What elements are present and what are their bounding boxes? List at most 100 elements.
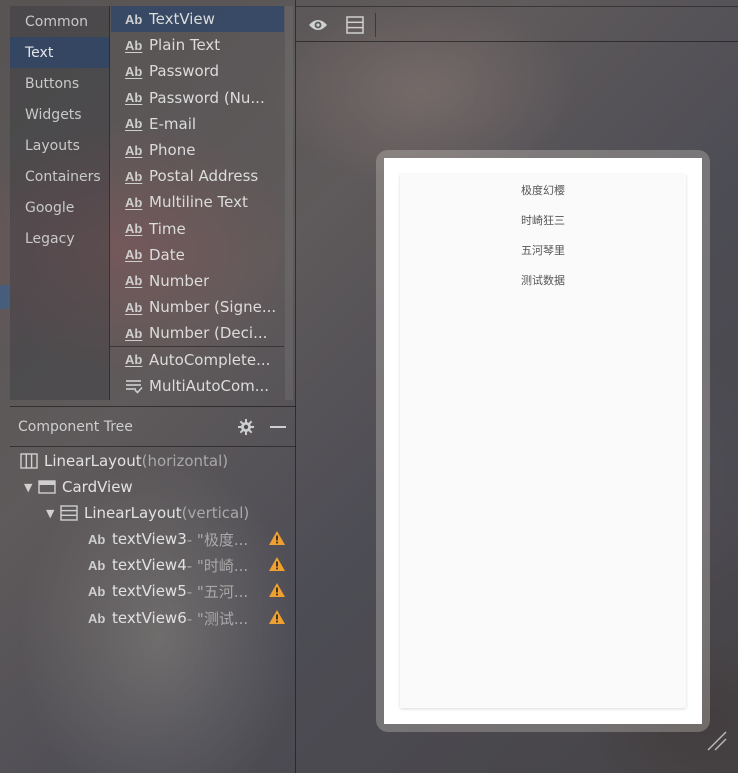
edit-text-icon: Ab	[125, 90, 143, 106]
widget-number[interactable]: Ab Number	[111, 268, 284, 294]
widget-postal-address[interactable]: Ab Postal Address	[111, 163, 284, 189]
tree-node-linearlayout-horizontal[interactable]: LinearLayout (horizontal)	[20, 449, 228, 473]
widget-label: Multiline Text	[149, 193, 248, 212]
tree-node-detail: - "五河...	[186, 582, 249, 601]
widget-label: TextView	[149, 10, 215, 29]
component-tree-header: Component Tree	[10, 407, 296, 447]
cardview-icon	[38, 479, 56, 495]
category-containers[interactable]: Containers	[10, 161, 109, 192]
preview-textview5[interactable]: 五河琴里	[400, 242, 686, 258]
edit-text-icon: Ab	[125, 273, 143, 289]
edit-text-icon: Ab	[125, 142, 143, 158]
widget-label: Time	[149, 219, 186, 238]
widget-password-numeric[interactable]: Ab Password (Nu...	[111, 85, 284, 111]
edit-text-icon: Ab	[125, 325, 143, 341]
widget-number-signed[interactable]: Ab Number (Signe...	[111, 294, 284, 320]
widget-label: E-mail	[149, 114, 197, 133]
edit-text-icon: Ab	[125, 63, 143, 79]
tree-node-detail: (vertical)	[181, 504, 250, 522]
toolbar-separator	[375, 13, 376, 37]
category-google[interactable]: Google	[10, 192, 109, 223]
textview-icon: Ab	[88, 531, 106, 547]
tree-node-linearlayout-vertical[interactable]: ▼ LinearLayout (vertical)	[46, 501, 249, 525]
widget-phone[interactable]: Ab Phone	[111, 137, 284, 163]
tree-node-textview6[interactable]: Ab textView6 - "测试...	[88, 606, 288, 630]
expand-triangle-icon[interactable]: ▼	[24, 481, 38, 494]
widget-time[interactable]: Ab Time	[111, 216, 284, 242]
widget-label: Date	[149, 245, 185, 264]
edit-text-icon: Ab	[125, 221, 143, 237]
preview-textview6[interactable]: 测试数据	[400, 272, 686, 288]
category-text[interactable]: Text	[10, 37, 109, 68]
widget-multiline-text[interactable]: Ab Multiline Text	[111, 189, 284, 215]
tree-node-detail: - "时崎...	[186, 556, 249, 575]
palette-scrollbar[interactable]	[285, 6, 293, 400]
expand-triangle-icon[interactable]: ▼	[46, 507, 60, 520]
category-buttons[interactable]: Buttons	[10, 68, 109, 99]
tree-node-textview5[interactable]: Ab textView5 - "五河...	[88, 579, 288, 603]
card-view-preview[interactable]: 极度幻樱 时崎狂三 五河琴里 测试数据	[400, 174, 686, 708]
tree-node-detail: - "测试...	[186, 609, 249, 628]
edit-text-icon: Ab	[125, 194, 143, 210]
category-widgets[interactable]: Widgets	[10, 99, 109, 130]
tree-node-detail: - "极度...	[186, 530, 249, 549]
tree-node-name: textView3	[112, 530, 187, 548]
component-tree-title: Component Tree	[18, 418, 133, 435]
textview-icon: Ab	[88, 557, 106, 573]
widget-email[interactable]: Ab E-mail	[111, 111, 284, 137]
edit-text-icon: Ab	[125, 37, 143, 53]
warning-icon[interactable]	[268, 582, 286, 602]
blueprint-layout-icon[interactable]	[346, 16, 364, 38]
widget-label: Number	[149, 271, 210, 290]
design-toolbar	[296, 6, 738, 42]
widget-label: AutoComplete...	[149, 350, 271, 369]
tree-node-name: textView5	[112, 582, 187, 600]
edit-text-icon: Ab	[125, 299, 143, 315]
palette-widget-list: Ab TextView Ab Plain Text Ab Password Ab…	[111, 6, 284, 400]
widget-number-decimal[interactable]: Ab Number (Deci...	[111, 320, 284, 346]
tree-node-textview3[interactable]: Ab textView3 - "极度...	[88, 527, 288, 551]
widget-label: Password (Nu...	[149, 88, 265, 107]
tree-node-name: LinearLayout	[84, 504, 182, 522]
widget-label: Number (Signe...	[149, 298, 277, 317]
textview-icon: Ab	[88, 610, 106, 626]
tree-node-textview4[interactable]: Ab textView4 - "时崎...	[88, 553, 288, 577]
resize-handle-icon[interactable]	[706, 730, 728, 756]
edit-text-icon: Ab	[125, 168, 143, 184]
widget-label: Phone	[149, 141, 196, 160]
collapse-icon[interactable]	[270, 426, 286, 428]
tree-node-name: CardView	[62, 478, 133, 496]
widget-label: Plain Text	[149, 36, 221, 55]
autocomplete-icon: Ab	[125, 352, 143, 368]
palette-panel: Common Text Buttons Widgets Layouts Cont…	[0, 0, 296, 404]
text-widget-icon: Ab	[125, 11, 143, 27]
tree-node-cardview[interactable]: ▼ CardView	[24, 475, 133, 499]
preview-textview4[interactable]: 时崎狂三	[400, 212, 686, 228]
warning-icon[interactable]	[268, 556, 286, 576]
tree-node-detail: (horizontal)	[141, 452, 229, 470]
widget-autocomplete[interactable]: Ab AutoComplete...	[111, 346, 284, 372]
edit-text-icon: Ab	[125, 247, 143, 263]
tree-node-name: textView6	[112, 609, 187, 627]
warning-icon[interactable]	[268, 530, 286, 550]
widget-password[interactable]: Ab Password	[111, 58, 284, 84]
category-common[interactable]: Common	[10, 6, 109, 37]
widget-label: MultiAutoCom...	[149, 376, 270, 395]
widget-textview[interactable]: Ab TextView	[111, 6, 284, 33]
widget-date[interactable]: Ab Date	[111, 242, 284, 268]
component-tree-panel: Component Tree LinearLayout (horizontal)…	[10, 406, 296, 773]
horizontal-layout-icon	[20, 453, 38, 469]
gear-icon[interactable]	[238, 419, 254, 439]
multi-autocomplete-icon	[125, 378, 147, 394]
widget-plain-text[interactable]: Ab Plain Text	[111, 32, 284, 58]
category-legacy[interactable]: Legacy	[10, 223, 109, 254]
preview-textview3[interactable]: 极度幻樱	[400, 182, 686, 198]
eye-icon[interactable]	[308, 17, 328, 36]
category-layouts[interactable]: Layouts	[10, 130, 109, 161]
tree-node-name: LinearLayout	[44, 452, 142, 470]
edit-text-icon: Ab	[125, 116, 143, 132]
tree-node-name: textView4	[112, 556, 187, 574]
widget-multiautocomplete[interactable]: MultiAutoCom...	[111, 373, 284, 399]
warning-icon[interactable]	[268, 609, 286, 629]
vertical-layout-icon	[60, 505, 78, 521]
